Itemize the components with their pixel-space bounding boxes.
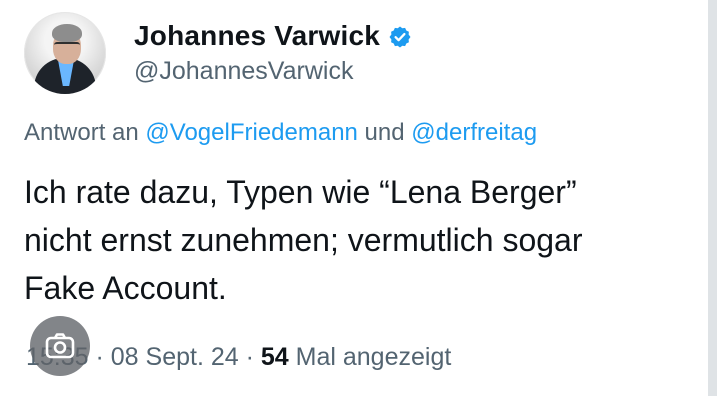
display-name[interactable]: Johannes Varwick <box>134 19 380 53</box>
reply-prefix: Antwort an <box>24 119 146 146</box>
avatar[interactable] <box>24 12 106 94</box>
avatar-glasses <box>54 42 80 51</box>
author-handle[interactable]: @JohannesVarwick <box>134 55 412 87</box>
views-label[interactable]: Mal angezeigt <box>289 343 452 371</box>
right-edge-strip <box>708 0 717 396</box>
tweet-text: Ich rate dazu, Typen wie “Lena Berger” n… <box>24 174 583 306</box>
reply-context: Antwort an @VogelFriedemann und @derfrei… <box>24 118 537 148</box>
tweet-header: Johannes Varwick @JohannesVarwick <box>24 12 412 94</box>
verified-badge-icon[interactable] <box>388 25 412 49</box>
lens-camera-button[interactable] <box>30 316 90 376</box>
lens-camera-icon <box>45 333 75 359</box>
author-names: Johannes Varwick @JohannesVarwick <box>134 19 412 87</box>
reply-connector: und <box>357 119 412 146</box>
avatar-hair <box>52 24 82 42</box>
mention-link-2[interactable]: @derfreitag <box>411 119 537 146</box>
meta-separator: · <box>238 343 261 371</box>
tweet-date[interactable]: 08 Sept. 24 <box>111 343 239 371</box>
mention-link-1[interactable]: @VogelFriedemann <box>145 119 357 146</box>
name-row: Johannes Varwick <box>134 19 412 53</box>
view-count[interactable]: 54 <box>261 343 289 371</box>
meta-separator: · <box>88 343 111 371</box>
